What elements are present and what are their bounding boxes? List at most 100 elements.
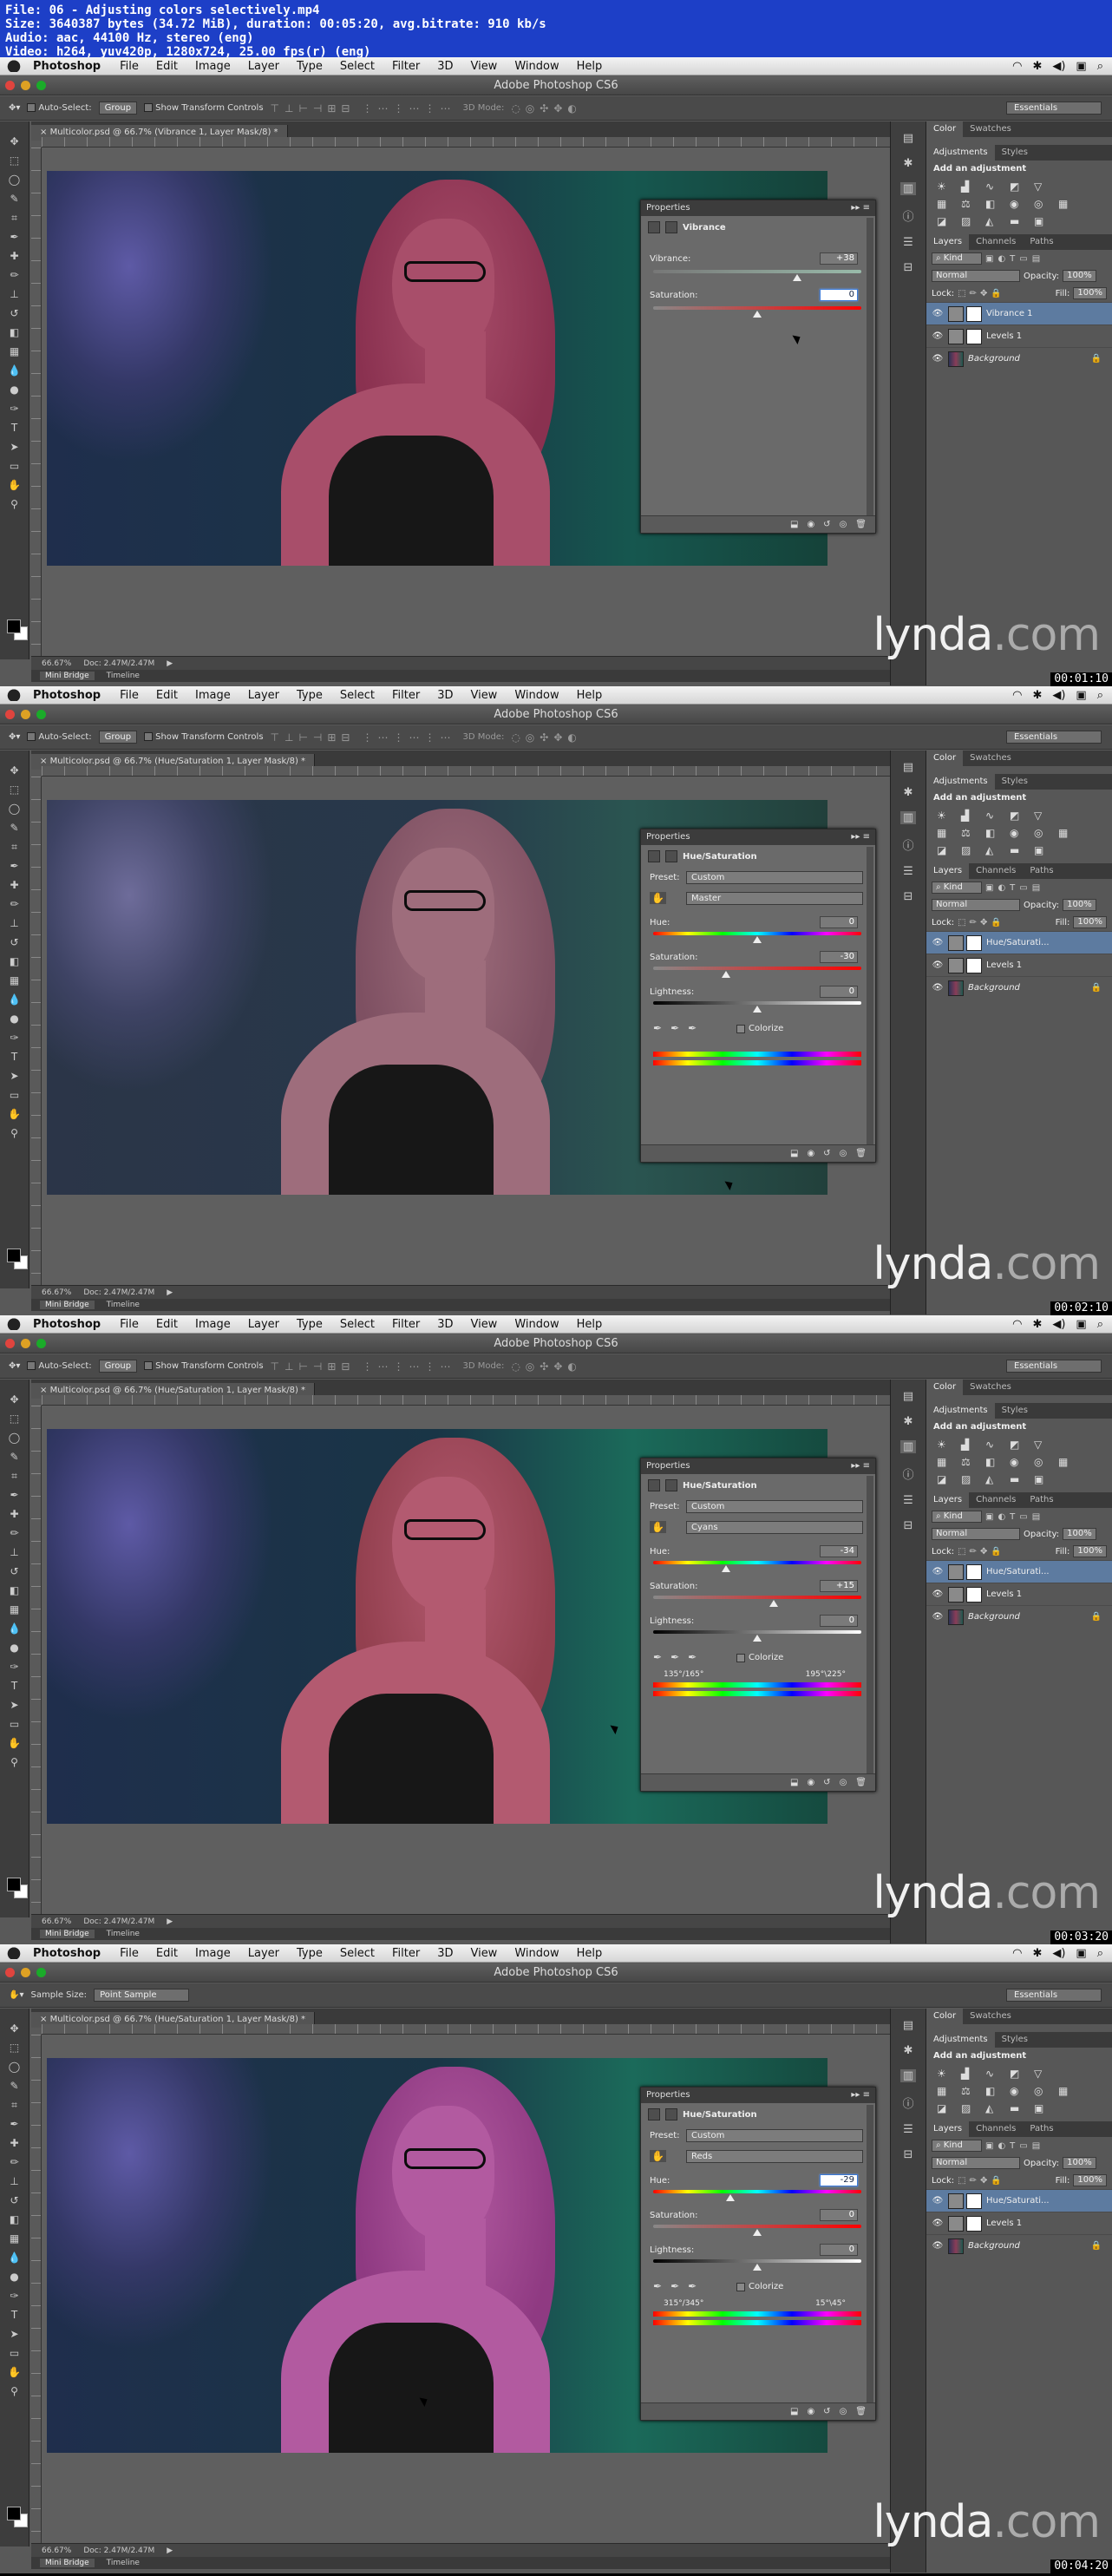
- visibility-icon[interactable]: ◎: [840, 2407, 847, 2416]
- quick-select-tool-icon[interactable]: ✎: [10, 191, 18, 207]
- black-white-icon[interactable]: ◧: [985, 198, 1001, 210]
- color-balance-icon[interactable]: ⚖: [961, 827, 977, 839]
- eraser-tool-icon[interactable]: ◧: [10, 954, 19, 970]
- mode-3d-icons[interactable]: ◌◎✣✥◐: [511, 1360, 582, 1373]
- vib-slider-thumb[interactable]: [792, 274, 801, 281]
- layer-name[interactable]: Hue/Saturati...: [986, 1567, 1050, 1576]
- actions-panel-icon[interactable]: ✱: [904, 786, 913, 799]
- delete-icon[interactable]: 🗑: [855, 2407, 867, 2416]
- visibility-icon[interactable]: ◎: [840, 1149, 847, 1158]
- layer-name[interactable]: Hue/Saturati...: [986, 938, 1050, 947]
- apple-icon[interactable]: [0, 60, 28, 72]
- opacity-field[interactable]: 100%: [1063, 1528, 1096, 1540]
- threshold-icon[interactable]: ◭: [985, 844, 1001, 856]
- menu-layer[interactable]: Layer: [239, 1947, 288, 1960]
- tab-mini-bridge[interactable]: Mini Bridge: [40, 2559, 95, 2567]
- show-transform-checkbox[interactable]: Show Transform Controls: [144, 103, 264, 113]
- eyedropper-icon[interactable]: ✒: [653, 1022, 662, 1034]
- panel-menu-icon[interactable]: ▸▸ ≡: [851, 2090, 870, 2101]
- auto-select-checkbox[interactable]: Auto-Select:: [27, 732, 92, 742]
- visibility-eye-icon[interactable]: 👁: [932, 2196, 944, 2206]
- wifi-icon[interactable]: ◠: [1012, 1947, 1022, 1960]
- type-tool-icon[interactable]: T: [11, 1049, 17, 1065]
- layer-mask-icon[interactable]: [665, 2108, 677, 2120]
- properties-scrollbar[interactable]: [867, 1476, 873, 1773]
- brush-panel-icon[interactable]: ☰: [903, 865, 913, 878]
- apple-icon[interactable]: [0, 689, 28, 701]
- close-window-icon[interactable]: [5, 710, 15, 719]
- properties-panel-icon[interactable]: ▥: [899, 2069, 917, 2082]
- exposure-icon[interactable]: ◩: [1010, 1439, 1025, 1451]
- tab-adjustments[interactable]: Adjustments: [926, 2032, 995, 2048]
- quick-select-tool-icon[interactable]: ✎: [10, 1449, 18, 1465]
- tab-layers[interactable]: Layers: [926, 234, 970, 250]
- layer-filter-kind[interactable]: ⌕ Kind: [932, 882, 982, 894]
- zoom-level[interactable]: 66.67%: [42, 659, 71, 668]
- blend-mode-select[interactable]: Normal: [932, 899, 1020, 911]
- menu-type[interactable]: Type: [288, 689, 331, 702]
- layer-name[interactable]: Background: [968, 1612, 1020, 1622]
- gradient-map-icon[interactable]: ▬: [1010, 844, 1025, 856]
- menu-help[interactable]: Help: [568, 1947, 612, 1960]
- layer-row[interactable]: 👁 Background 🔒: [926, 976, 1112, 999]
- visibility-eye-icon[interactable]: 👁: [932, 938, 944, 947]
- info-panel-icon[interactable]: ⓘ: [902, 1465, 913, 1482]
- mask-thumbnail[interactable]: [966, 1586, 982, 1603]
- tab-styles[interactable]: Styles: [995, 145, 1035, 161]
- pen-tool-icon[interactable]: ✑: [10, 401, 18, 417]
- marquee-tool-icon[interactable]: ⬚: [10, 1411, 19, 1427]
- healing-tool-icon[interactable]: ✚: [10, 877, 18, 894]
- quick-select-tool-icon[interactable]: ✎: [10, 2078, 18, 2094]
- menu-select[interactable]: Select: [331, 1947, 383, 1960]
- lasso-tool-icon[interactable]: ◯: [9, 2059, 20, 2075]
- marquee-tool-icon[interactable]: ⬚: [10, 782, 19, 798]
- sat-slider-thumb[interactable]: [722, 971, 730, 978]
- character-panel-icon[interactable]: ⊟: [904, 890, 913, 903]
- workspace-switcher[interactable]: Essentials: [1006, 731, 1102, 744]
- curves-icon[interactable]: ∿: [985, 1439, 1001, 1451]
- menu-layer[interactable]: Layer: [239, 689, 288, 702]
- move-tool-icon[interactable]: ✥: [10, 1392, 18, 1408]
- dodge-tool-icon[interactable]: ●: [10, 1011, 18, 1027]
- input-color-bar[interactable]: [653, 2311, 861, 2317]
- vibrance-icon[interactable]: ▽: [1034, 2068, 1050, 2080]
- saturation-value[interactable]: 0: [820, 289, 858, 301]
- colorize-checkbox[interactable]: Colorize: [736, 1653, 783, 1662]
- crop-tool-icon[interactable]: ⌗: [11, 2097, 17, 2114]
- layer-name[interactable]: Levels 1: [986, 331, 1022, 341]
- mask-thumbnail[interactable]: [966, 305, 982, 322]
- color-swatches[interactable]: [7, 619, 29, 642]
- invert-icon[interactable]: ◪: [937, 2102, 952, 2114]
- history-panel-icon[interactable]: ▤: [903, 761, 913, 774]
- targeted-adjustment-icon[interactable]: ✋: [650, 2150, 666, 2162]
- layer-row[interactable]: 👁 Levels 1: [926, 954, 1112, 976]
- lock-icons[interactable]: ⬚✏✥🔒: [958, 918, 1005, 927]
- foreground-color-swatch[interactable]: [7, 1249, 21, 1262]
- menu-app-name[interactable]: Photoshop: [28, 1947, 111, 1960]
- shape-tool-icon[interactable]: ▭: [10, 2345, 19, 2362]
- colorize-box[interactable]: [736, 2282, 745, 2291]
- layer-row[interactable]: 👁 Background 🔒: [926, 347, 1112, 370]
- tab-channels[interactable]: Channels: [969, 2121, 1023, 2137]
- visibility-eye-icon[interactable]: 👁: [932, 1567, 944, 1576]
- panel-menu-icon[interactable]: ▸▸ ≡: [851, 832, 870, 842]
- layer-mask-icon[interactable]: [665, 1479, 677, 1491]
- bluetooth-icon[interactable]: ✱: [1032, 1947, 1042, 1960]
- tab-adjustments[interactable]: Adjustments: [926, 1403, 995, 1419]
- light-slider-thumb[interactable]: [753, 1635, 762, 1642]
- tab-channels[interactable]: Channels: [969, 234, 1023, 250]
- layer-name[interactable]: Background: [968, 354, 1020, 364]
- menu-select[interactable]: Select: [331, 1318, 383, 1331]
- layer-filter-icons[interactable]: ▣◐T▭▤: [985, 254, 1044, 264]
- lock-icons[interactable]: ⬚✏✥🔒: [958, 2176, 1005, 2186]
- bluetooth-icon[interactable]: ✱: [1032, 689, 1042, 702]
- opacity-field[interactable]: 100%: [1063, 899, 1096, 911]
- quick-select-tool-icon[interactable]: ✎: [10, 820, 18, 836]
- properties-scrollbar[interactable]: [867, 218, 873, 515]
- shape-tool-icon[interactable]: ▭: [10, 1087, 19, 1104]
- align-icons[interactable]: ⊤⊥⊢⊣⊞⊟: [271, 102, 356, 115]
- pen-tool-icon[interactable]: ✑: [10, 1659, 18, 1675]
- workspace-switcher[interactable]: Essentials: [1006, 1360, 1102, 1373]
- dodge-tool-icon[interactable]: ●: [10, 2269, 18, 2285]
- color-swatches[interactable]: [7, 2507, 29, 2529]
